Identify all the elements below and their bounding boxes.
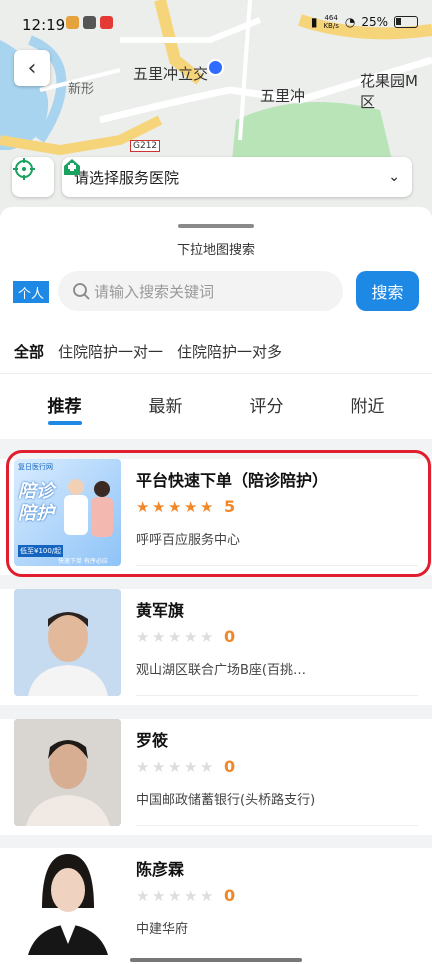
rating-value: 0 bbox=[224, 886, 236, 905]
highlight-frame bbox=[6, 450, 431, 577]
provider-name: 黄军旗 bbox=[136, 601, 185, 620]
tab-rating[interactable]: 评分 bbox=[216, 392, 317, 417]
category-all[interactable]: 全部 bbox=[14, 341, 44, 362]
star-icon: ★ bbox=[184, 627, 198, 646]
back-button[interactable]: ‹ bbox=[14, 50, 50, 86]
provider-photo bbox=[14, 848, 121, 955]
search-button[interactable]: 搜索 bbox=[356, 271, 419, 311]
battery-icon bbox=[394, 16, 418, 28]
divider bbox=[136, 825, 418, 826]
portrait-illustration bbox=[14, 589, 121, 696]
star-icon: ★ bbox=[200, 757, 214, 776]
star-icon: ★ bbox=[200, 886, 214, 905]
search-placeholder: 请输入搜索关键词 bbox=[94, 282, 215, 301]
hospital-icon bbox=[64, 159, 80, 175]
tab-latest[interactable]: 最新 bbox=[115, 392, 216, 417]
map-label-wulichong: 五里冲 bbox=[260, 87, 306, 105]
star-icon: ★ bbox=[136, 886, 150, 905]
status-right: ▮ 464 KB/s ◔ 25% bbox=[311, 14, 418, 30]
provider-name: 罗筱 bbox=[136, 731, 169, 750]
map-label-huaguoyuan: 花果园M区 bbox=[360, 72, 418, 111]
status-bar: 12:19 ▮ 464 KB/s ◔ 25% bbox=[0, 0, 432, 44]
rating-value: 0 bbox=[224, 757, 236, 776]
drag-handle[interactable] bbox=[178, 224, 254, 228]
network-speed-unit: KB/s bbox=[323, 22, 339, 30]
provider-address: 观山湖区联合广场B座(百挑… bbox=[136, 663, 306, 678]
provider-photo bbox=[14, 719, 121, 826]
category-one-to-many[interactable]: 住院陪护一对多 bbox=[177, 341, 282, 362]
star-icon: ★ bbox=[184, 886, 198, 905]
star-icon: ★ bbox=[136, 627, 150, 646]
pull-hint: 下拉地图搜索 bbox=[176, 243, 255, 258]
weibo-icon bbox=[66, 16, 79, 29]
crosshair-icon bbox=[13, 158, 35, 180]
provider-card[interactable]: 陈彦霖 ★ ★ ★ ★ ★ 0 中建华府 bbox=[0, 848, 432, 964]
provider-card[interactable]: 黄军旗 ★ ★ ★ ★ ★ 0 观山湖区联合广场B座(百挑… bbox=[0, 589, 432, 705]
provider-photo bbox=[14, 589, 121, 696]
tab-nearby[interactable]: 附近 bbox=[317, 392, 418, 417]
network-speed-value: 464 bbox=[324, 14, 338, 22]
hospital-select[interactable]: 请选择服务医院 ⌄ bbox=[62, 157, 412, 197]
star-icon: ★ bbox=[152, 886, 166, 905]
star-icon: ★ bbox=[200, 627, 214, 646]
star-icon: ★ bbox=[168, 757, 182, 776]
status-notification-icons bbox=[66, 16, 113, 29]
rating-value: 0 bbox=[224, 627, 236, 646]
star-icon: ★ bbox=[152, 757, 166, 776]
sort-tabs: 推荐 最新 评分 附近 bbox=[0, 392, 432, 425]
map-view[interactable]: 12:19 ▮ 464 KB/s ◔ 25% ‹ 五里冲立交 新形 五里冲 花果… bbox=[0, 0, 432, 215]
divider bbox=[136, 695, 418, 696]
star-rating: ★ ★ ★ ★ ★ 0 bbox=[136, 757, 235, 776]
divider bbox=[0, 373, 432, 374]
portrait-illustration bbox=[14, 719, 121, 826]
battery-text: 25% bbox=[361, 15, 388, 29]
map-road-sign: G212 bbox=[130, 140, 161, 152]
tab-recommended[interactable]: 推荐 bbox=[14, 392, 115, 425]
locate-button[interactable] bbox=[12, 157, 54, 197]
star-icon: ★ bbox=[168, 627, 182, 646]
provider-card[interactable]: 罗筱 ★ ★ ★ ★ ★ 0 中国邮政储蓄银行(头桥路支行) bbox=[0, 719, 432, 835]
app-icon bbox=[100, 16, 113, 29]
category-one-to-one[interactable]: 住院陪护一对一 bbox=[58, 341, 163, 362]
wifi-icon: ◔ bbox=[344, 15, 356, 29]
star-rating: ★ ★ ★ ★ ★ 0 bbox=[136, 886, 235, 905]
search-input[interactable]: 请输入搜索关键词 bbox=[58, 271, 343, 311]
chevron-down-icon: ⌄ bbox=[388, 169, 400, 185]
scope-tag[interactable]: 个人 bbox=[13, 281, 49, 303]
category-filter: 全部 住院陪护一对一 住院陪护一对多 bbox=[14, 341, 282, 362]
star-icon: ★ bbox=[152, 627, 166, 646]
search-sheet: 下拉地图搜索 个人 请输入搜索关键词 搜索 全部 住院陪护一对一 住院陪护一对多… bbox=[0, 207, 432, 439]
map-label-wulichong-li: 五里冲立交 bbox=[133, 65, 209, 83]
star-icon: ★ bbox=[184, 757, 198, 776]
star-icon: ★ bbox=[168, 886, 182, 905]
portrait-illustration bbox=[14, 848, 121, 955]
network-speed: 464 KB/s bbox=[323, 14, 338, 30]
app-icon bbox=[83, 16, 96, 29]
hospital-select-label: 请选择服务医院 bbox=[74, 168, 180, 187]
star-rating: ★ ★ ★ ★ ★ 0 bbox=[136, 627, 235, 646]
vibrate-icon: ▮ bbox=[310, 15, 318, 29]
provider-name: 陈彦霖 bbox=[136, 860, 185, 879]
provider-address: 中国邮政储蓄银行(头桥路支行) bbox=[136, 793, 316, 808]
home-indicator[interactable] bbox=[130, 958, 302, 962]
star-icon: ★ bbox=[136, 757, 150, 776]
current-location-dot bbox=[207, 59, 224, 76]
provider-address: 中建华府 bbox=[136, 922, 189, 937]
search-icon bbox=[73, 283, 90, 300]
status-time: 12:19 bbox=[22, 16, 66, 34]
chevron-left-icon: ‹ bbox=[27, 55, 37, 81]
map-label-xinxing: 新形 bbox=[68, 82, 95, 97]
